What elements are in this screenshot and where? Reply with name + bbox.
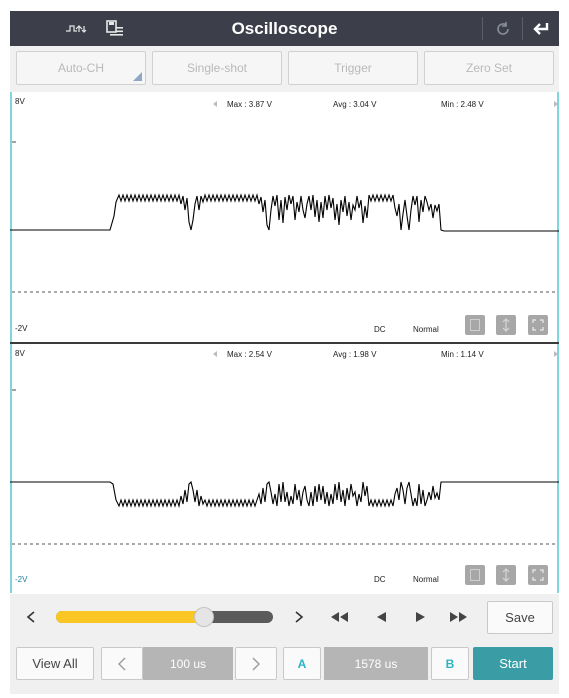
view-all-button[interactable]: View All: [16, 647, 94, 680]
step-back-icon[interactable]: [368, 606, 394, 628]
cursor-a-button[interactable]: A: [283, 647, 321, 680]
slider-left-arrow-icon[interactable]: [20, 606, 42, 628]
time-slider[interactable]: [56, 608, 273, 626]
channel-1-fullscreen-button[interactable]: [528, 315, 548, 335]
cursor-delta-display: 1578 us: [324, 647, 428, 680]
playback-controls: Save View All 100 us A 1578 us B Start: [10, 594, 559, 694]
channel-2-panel[interactable]: 8V Max : 2.54 V Avg : 1.98 V Min : 1.14 …: [10, 344, 559, 593]
view-all-label: View All: [32, 656, 78, 671]
scope-toolbar: Auto-CH Single-shot Trigger Zero Set: [10, 46, 559, 92]
cursor-b-button[interactable]: B: [431, 647, 469, 680]
channel-2-vertical-scale-button[interactable]: [496, 565, 516, 585]
vertical-arrows-icon: [502, 318, 510, 332]
vertical-arrows-icon: [502, 568, 510, 582]
refresh-icon[interactable]: [488, 11, 518, 46]
zero-set-label: Zero Set: [465, 61, 513, 75]
chevron-left-icon: [118, 657, 126, 670]
channel-1-plot: [10, 101, 559, 293]
channel-2-trace: [10, 480, 559, 509]
zero-set-button[interactable]: Zero Set: [424, 51, 554, 85]
expand-icon: [532, 319, 544, 331]
auto-ch-button[interactable]: Auto-CH: [16, 51, 146, 85]
channel-1-panel[interactable]: 8V Max : 3.87 V Avg : 3.04 V Min : 2.48 …: [10, 92, 559, 342]
step-forward-icon[interactable]: [408, 606, 434, 628]
channel-2-min-readout: Min : 1.14 V: [441, 350, 484, 359]
timebase-value: 100 us: [169, 656, 207, 671]
channel-2-mode: Normal: [413, 575, 439, 584]
cursor-b-label: B: [445, 656, 455, 671]
timebase-display: 100 us: [143, 647, 233, 680]
time-slider-fill: [56, 611, 204, 623]
channel-1-vertical-scale-button[interactable]: [496, 315, 516, 335]
channel-1-vmin-label: -2V: [15, 324, 28, 333]
settings-icon: [470, 569, 480, 581]
single-shot-button[interactable]: Single-shot: [152, 51, 282, 85]
rewind-icon[interactable]: [326, 606, 352, 628]
channel-2-max-readout: Max : 2.54 V: [227, 350, 272, 359]
channel-1-mode: Normal: [413, 325, 439, 334]
trigger-label: Trigger: [334, 61, 372, 75]
channel-1-vmax-label: 8V: [15, 97, 25, 106]
start-button[interactable]: Start: [473, 647, 553, 680]
channel-1-coupling: DC: [374, 325, 386, 334]
channel-1-settings-button[interactable]: [465, 315, 485, 335]
settings-icon: [470, 319, 480, 331]
cursor-delta-value: 1578 us: [354, 656, 398, 671]
dropdown-corner-icon: [133, 72, 142, 81]
channel-2-settings-button[interactable]: [465, 565, 485, 585]
auto-ch-label: Auto-CH: [57, 61, 104, 75]
trigger-button[interactable]: Trigger: [288, 51, 418, 85]
back-arrow-icon[interactable]: [526, 11, 556, 46]
timebase-increase-button[interactable]: [235, 647, 277, 680]
start-label: Start: [499, 656, 527, 671]
single-shot-label: Single-shot: [186, 61, 248, 75]
save-button[interactable]: Save: [487, 601, 553, 634]
channel-2-coupling: DC: [374, 575, 386, 584]
channel-2-fullscreen-button[interactable]: [528, 565, 548, 585]
page-title: Oscilloscope: [231, 19, 338, 38]
channel-2-plot: [10, 351, 559, 545]
time-slider-knob[interactable]: [195, 608, 213, 626]
cursor-a-label: A: [297, 656, 307, 671]
channel-2-avg-readout: Avg : 1.98 V: [333, 350, 377, 359]
channel-2-vmin-label: -2V: [15, 575, 28, 584]
slider-right-arrow-icon[interactable]: [288, 606, 310, 628]
chevron-right-icon: [252, 657, 260, 670]
fast-forward-icon[interactable]: [446, 606, 472, 628]
expand-icon: [532, 569, 544, 581]
save-label: Save: [505, 610, 535, 625]
channel-1-trace: [10, 192, 559, 232]
channel-1-min-readout: Min : 2.48 V: [441, 100, 484, 109]
timebase-decrease-button[interactable]: [101, 647, 143, 680]
channel-2-vmax-label: 8V: [15, 349, 25, 358]
app-title-bar: Oscilloscope: [10, 11, 559, 46]
channel-1-avg-readout: Avg : 3.04 V: [333, 100, 377, 109]
channel-1-max-readout: Max : 3.87 V: [227, 100, 272, 109]
